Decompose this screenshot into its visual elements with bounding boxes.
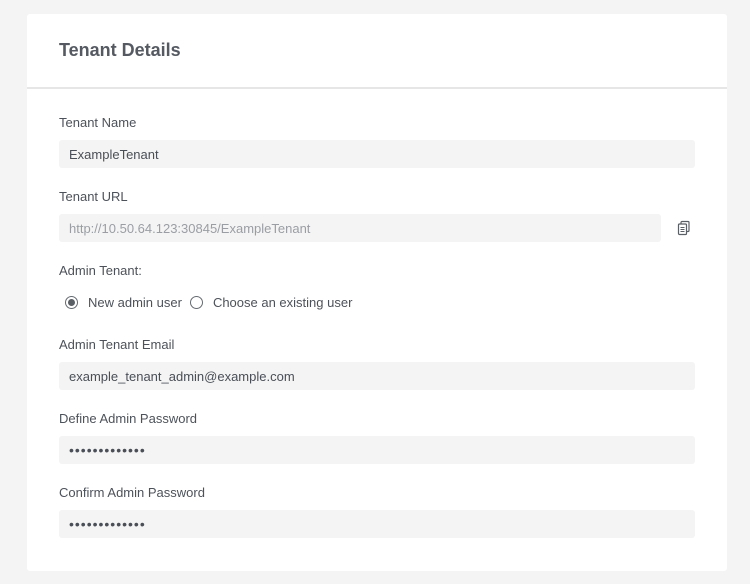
radio-option-existing-user[interactable]: Choose an existing user [189, 295, 353, 310]
tenant-name-input[interactable] [59, 140, 695, 168]
card-title: Tenant Details [59, 40, 181, 60]
radio-existing-user-label: Choose an existing user [212, 295, 353, 310]
card-header: Tenant Details [27, 14, 727, 89]
radio-new-admin-user[interactable] [65, 296, 78, 309]
tenant-details-card: Tenant Details Tenant Name Tenant URL Ad… [27, 14, 727, 571]
radio-new-admin-label: New admin user [88, 295, 182, 310]
admin-email-input[interactable] [59, 362, 695, 390]
admin-tenant-label: Admin Tenant: [59, 263, 142, 278]
confirm-password-input[interactable] [59, 510, 695, 538]
radio-existing-user[interactable] [189, 296, 203, 309]
copy-icon[interactable] [676, 220, 692, 236]
admin-password-label: Define Admin Password [59, 411, 198, 426]
tenant-url-label: Tenant URL [59, 189, 128, 204]
admin-password-input[interactable] [59, 436, 695, 464]
tenant-url-input[interactable] [59, 214, 661, 242]
confirm-password-label: Confirm Admin Password [59, 485, 205, 500]
admin-tenant-radio-group: New admin user Choose an existing user [65, 295, 352, 310]
radio-option-new-admin[interactable]: New admin user [65, 295, 182, 310]
copy-icon-graphic [677, 220, 690, 236]
tenant-name-label: Tenant Name [59, 115, 137, 130]
admin-email-label: Admin Tenant Email [59, 337, 175, 352]
